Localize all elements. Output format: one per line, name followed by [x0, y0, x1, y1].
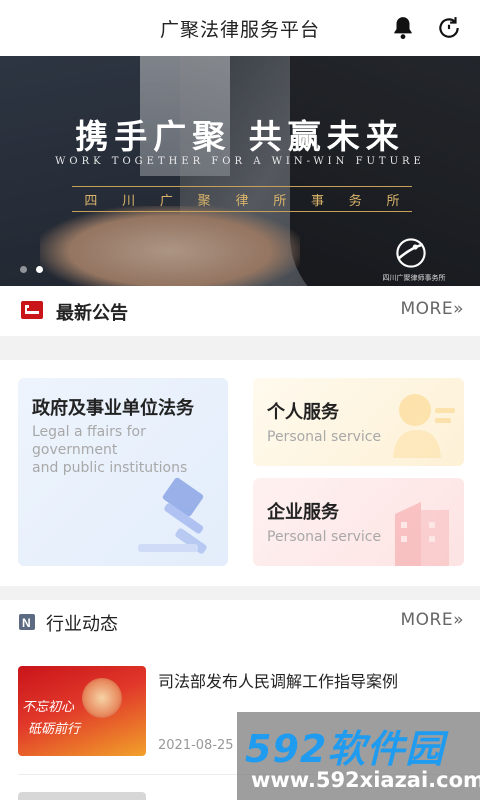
news-thumbnail[interactable]: 不忘初心 砥砺前行	[18, 666, 146, 756]
card-title: 个人服务	[267, 402, 339, 423]
emblem-graphic	[82, 678, 122, 718]
card-subtitle-line: Legal a ffairs for	[32, 424, 146, 440]
card-title: 政府及事业单位法务	[32, 398, 194, 419]
firm-logo-caption: 四川广聚律师事务所	[382, 274, 446, 282]
building-icon	[395, 502, 449, 566]
carousel-dot[interactable]	[20, 266, 27, 273]
watermark-url: www.592xiazai.com	[251, 768, 480, 792]
carousel-dot-active[interactable]	[36, 266, 43, 273]
news-item-title[interactable]: 司法部发布人民调解工作指导案例	[158, 668, 398, 692]
firm-logo-icon	[396, 238, 426, 268]
firm-char: 律	[235, 193, 249, 209]
thumbnail-text: 不忘初心	[22, 700, 75, 715]
firm-char: 四	[84, 193, 98, 209]
card-subtitle: Personal service	[267, 529, 382, 545]
card-subtitle-line: government	[32, 442, 118, 458]
firm-char: 所	[273, 193, 287, 209]
news-section-title: 行业动态	[46, 614, 118, 635]
announcement-title: 最新公告	[56, 303, 128, 324]
firm-char: 广	[159, 193, 173, 209]
refresh-icon[interactable]	[436, 15, 462, 41]
news-icon: N	[19, 614, 35, 630]
watermark: 592软件园 www.592xiazai.com	[237, 712, 480, 800]
card-subtitle: Personal service	[267, 429, 382, 445]
enterprise-service-card[interactable]: 企业服务 Personal service	[253, 478, 464, 566]
firm-char: 聚	[197, 193, 211, 209]
page-title: 广聚法律服务平台	[159, 18, 320, 41]
bell-icon[interactable]	[390, 15, 416, 41]
person-icon	[393, 394, 455, 458]
card-title: 企业服务	[267, 502, 339, 523]
gavel-icon	[138, 477, 207, 554]
firm-char: 川	[122, 193, 136, 209]
firm-char: 事	[310, 193, 324, 209]
watermark-brand: 592软件园	[245, 727, 445, 771]
firm-char: 所	[386, 193, 400, 209]
news-more-link[interactable]: MORE»	[400, 610, 464, 630]
government-service-card[interactable]: 政府及事业单位法务 Legal a ffairs for government …	[18, 378, 228, 566]
announcement-more-link[interactable]: MORE»	[400, 299, 464, 319]
news-thumbnail-next[interactable]	[18, 792, 146, 800]
hero-banner[interactable]: 携手广聚 共赢未来 WORK TOGETHER FOR A WIN-WIN FU…	[0, 56, 480, 286]
firm-char: 务	[348, 193, 362, 209]
banner-firm-name: 四 川 广 聚 律 所 事 务 所	[72, 186, 412, 212]
service-section: 政府及事业单位法务 Legal a ffairs for government …	[0, 360, 480, 586]
news-item-date: 2021-08-25	[158, 738, 234, 753]
announcement-bar[interactable]: 最新公告 MORE»	[0, 286, 480, 336]
svg-text:N: N	[22, 616, 31, 630]
thumbnail-text: 砥砺前行	[28, 722, 81, 737]
personal-service-card[interactable]: 个人服务 Personal service	[253, 378, 464, 466]
banner-subtitle: WORK TOGETHER FOR A WIN-WIN FUTURE	[55, 156, 425, 167]
app-header: 广聚法律服务平台	[0, 0, 480, 56]
announcement-icon	[21, 301, 43, 319]
banner-title: 携手广聚 共赢未来	[75, 117, 405, 156]
